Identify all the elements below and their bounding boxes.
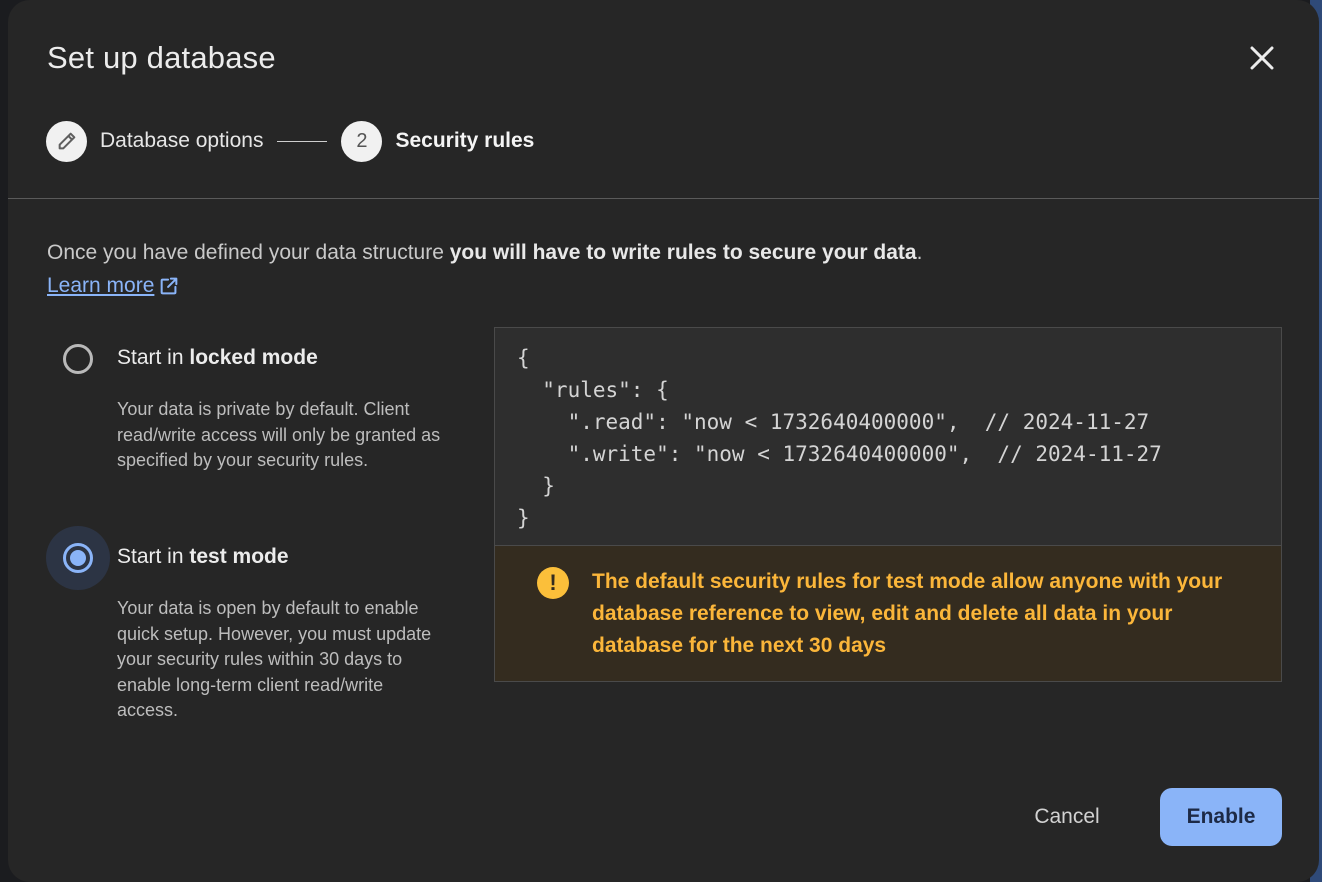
code-line: }: [517, 506, 530, 530]
option-title-bold: locked mode: [189, 346, 318, 369]
warning-banner: ! The default security rules for test mo…: [494, 546, 1282, 682]
external-link-icon: [161, 277, 178, 295]
option-description: Your data is open by default to enable q…: [117, 598, 432, 721]
radio-dot: [70, 550, 86, 566]
option-title: Start in locked mode: [117, 346, 318, 370]
stepper: Database options 2 Security rules: [46, 120, 535, 162]
option-locked-mode[interactable]: Start in locked mode Your data is privat…: [46, 327, 446, 507]
code-line: }: [517, 474, 555, 498]
option-title-bold: test mode: [189, 545, 289, 568]
radio-locked-mode[interactable]: [46, 327, 110, 391]
pencil-icon: [58, 132, 75, 150]
header-divider: [8, 198, 1319, 199]
option-title-prefix: Start in: [117, 346, 190, 369]
cancel-button[interactable]: Cancel: [1009, 789, 1125, 845]
step-1-circle: [46, 120, 87, 162]
warning-text: The default security rules for test mode…: [592, 570, 1223, 657]
intro-text: Once you have defined your data structur…: [47, 241, 922, 265]
option-title-prefix: Start in: [117, 545, 190, 568]
intro-text-bold: you will have to write rules to secure y…: [449, 241, 917, 264]
option-description: Your data is private by default. Client …: [117, 399, 441, 471]
step-connector: [277, 140, 328, 142]
code-line: {: [517, 346, 530, 370]
option-title: Start in test mode: [117, 545, 289, 569]
learn-more-label: Learn more: [47, 274, 155, 297]
setup-database-dialog: Set up database Database options 2 Secur…: [8, 0, 1319, 882]
close-icon: [1250, 46, 1274, 70]
step-2-circle: 2: [341, 120, 383, 162]
radio-test-mode[interactable]: [46, 526, 110, 590]
dialog-title: Set up database: [47, 40, 276, 75]
step-1-label: Database options: [100, 129, 264, 152]
intro-text-after: .: [916, 241, 923, 264]
code-line: "rules": {: [517, 378, 669, 402]
intro-text-before: Once you have defined your data structur…: [47, 241, 450, 264]
warning-icon: !: [537, 567, 569, 599]
radio-circle: [63, 344, 93, 374]
code-line: ".write": "now < 1732640400000", // 2024…: [517, 442, 1162, 466]
step-2-label: Security rules: [395, 129, 535, 152]
radio-circle: [63, 543, 93, 573]
enable-button[interactable]: Enable: [1160, 788, 1282, 846]
code-line: ".read": "now < 1732640400000", // 2024-…: [517, 410, 1150, 434]
option-test-mode[interactable]: Start in test mode Your data is open by …: [46, 526, 446, 726]
close-button[interactable]: [1242, 38, 1282, 78]
learn-more-link[interactable]: Learn more: [47, 274, 180, 298]
step-2-number: 2: [356, 129, 368, 152]
rules-code-block: { "rules": { ".read": "now < 17326404000…: [494, 327, 1282, 546]
